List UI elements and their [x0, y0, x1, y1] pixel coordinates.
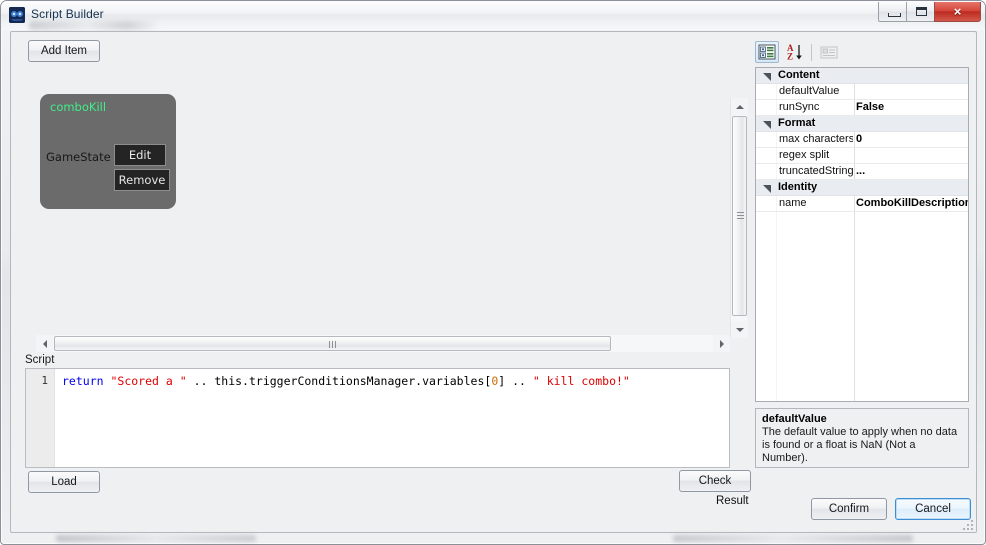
property-row[interactable]: runSync False — [756, 100, 968, 116]
property-grid-toolbar: A Z — [755, 41, 969, 65]
load-button[interactable]: Load — [28, 471, 100, 493]
property-description-title: defaultValue — [762, 413, 827, 425]
chevron-down-icon — [735, 327, 744, 332]
minimize-icon — [888, 13, 901, 17]
maximize-icon — [916, 7, 927, 16]
minimize-button[interactable] — [878, 2, 907, 22]
code-token: .. — [505, 374, 533, 388]
scroll-grip-icon — [328, 341, 337, 348]
node-title: comboKill — [50, 100, 107, 114]
window-frame: Script Builder × Add Item comboKill Game… — [0, 0, 986, 545]
script-builder-window: Script Builder × Add Item comboKill Game… — [0, 0, 986, 545]
chevron-left-icon — [42, 339, 47, 348]
property-category-label: Identity — [778, 181, 818, 193]
categorized-view-button[interactable] — [755, 41, 779, 63]
window-controls: × — [878, 2, 981, 22]
property-row[interactable]: regex split — [756, 148, 968, 164]
property-row[interactable]: name ComboKillDescription — [756, 196, 968, 212]
scroll-left-button[interactable] — [36, 335, 53, 352]
property-name: name — [779, 197, 807, 209]
title-bar[interactable]: Script Builder × — [1, 1, 985, 30]
check-button[interactable]: Check — [679, 470, 751, 492]
close-icon: × — [953, 4, 962, 19]
script-editor[interactable]: 1 return "Scored a " .. this.triggerCond… — [25, 368, 730, 468]
property-value[interactable]: ComboKillDescription — [856, 197, 968, 209]
property-value[interactable]: 0 — [856, 133, 968, 145]
chevron-right-icon — [719, 339, 724, 348]
code-token: return — [62, 374, 104, 388]
scroll-up-button[interactable] — [731, 98, 748, 115]
property-description-pane: defaultValue The default value to apply … — [755, 408, 969, 468]
node-remove-button[interactable]: Remove — [114, 169, 170, 191]
confirm-button[interactable]: Confirm — [811, 498, 887, 520]
client-area: Add Item comboKill GameState Edit Remove — [10, 31, 977, 533]
property-name: regex split — [779, 149, 830, 161]
scroll-down-button[interactable] — [731, 321, 748, 338]
categorized-view-icon — [758, 44, 776, 60]
property-description-body: The default value to apply when no data … — [762, 426, 958, 464]
property-category-row[interactable]: Content — [756, 68, 968, 84]
script-label: Script — [25, 354, 55, 366]
alphabetical-sort-button[interactable]: A Z — [783, 41, 807, 63]
node-edit-button[interactable]: Edit — [114, 144, 166, 166]
alphabetical-sort-icon: A Z — [787, 43, 802, 62]
resize-grip[interactable] — [961, 518, 973, 530]
property-pages-icon — [820, 46, 838, 59]
app-icon — [9, 7, 25, 23]
line-number: 1 — [41, 374, 48, 387]
property-name: truncatedString — [779, 165, 853, 177]
property-name: max characters — [779, 133, 853, 145]
property-row[interactable]: max characters 0 — [756, 132, 968, 148]
result-label: Result — [716, 495, 749, 507]
property-pages-button[interactable] — [817, 41, 841, 63]
property-category-row[interactable]: Format — [756, 116, 968, 132]
chevron-up-icon — [735, 104, 744, 109]
property-row[interactable]: truncatedString... — [756, 164, 968, 180]
toolbar-separator — [811, 44, 812, 61]
vertical-scroll-thumb[interactable] — [732, 116, 747, 316]
expander-collapse-icon[interactable] — [763, 121, 770, 128]
property-value[interactable]: False — [856, 101, 968, 113]
script-code-line[interactable]: return "Scored a " .. this.triggerCondit… — [62, 374, 630, 388]
node-canvas[interactable]: comboKill GameState Edit Remove — [24, 65, 730, 311]
code-token: "Scored a " — [110, 374, 187, 388]
scroll-right-button[interactable] — [713, 335, 730, 352]
add-item-button[interactable]: Add Item — [28, 40, 100, 62]
property-row[interactable]: defaultValue — [756, 84, 968, 100]
line-number-gutter: 1 — [26, 369, 55, 467]
expander-collapse-icon[interactable] — [763, 185, 770, 192]
node-field-label: GameState — [46, 150, 111, 164]
property-category-row[interactable]: Identity — [756, 180, 968, 196]
property-value[interactable]: ... — [856, 165, 968, 177]
property-category-label: Format — [778, 117, 816, 129]
property-grid-rows: Content defaultValue runSync False Format max… — [756, 68, 968, 212]
property-name: defaultValue — [779, 85, 840, 97]
bottom-blur-artifact-right — [673, 535, 913, 542]
property-category-label: Content — [778, 69, 820, 81]
cancel-button[interactable]: Cancel — [895, 498, 971, 520]
expander-collapse-icon[interactable] — [763, 73, 770, 80]
property-grid[interactable]: Content defaultValue runSync False Format max… — [755, 67, 969, 402]
bottom-blur-artifact-left — [56, 535, 256, 542]
node-combokill[interactable]: comboKill GameState Edit Remove — [40, 94, 176, 209]
canvas-vertical-scrollbar[interactable] — [730, 98, 748, 338]
code-token: this.triggerConditionsManager.variables — [214, 374, 485, 388]
maximize-button[interactable] — [906, 2, 935, 22]
property-name: runSync — [779, 101, 820, 113]
code-token: " kill combo!" — [532, 374, 630, 388]
close-button[interactable]: × — [934, 2, 981, 22]
title-blur-artifact — [29, 21, 159, 30]
scroll-grip-icon — [737, 212, 744, 220]
window-title: Script Builder — [31, 7, 104, 21]
code-token: .. — [186, 374, 215, 388]
svg-text:Z: Z — [787, 52, 793, 62]
canvas-horizontal-scrollbar[interactable] — [36, 335, 730, 352]
horizontal-scroll-thumb[interactable] — [54, 336, 611, 351]
